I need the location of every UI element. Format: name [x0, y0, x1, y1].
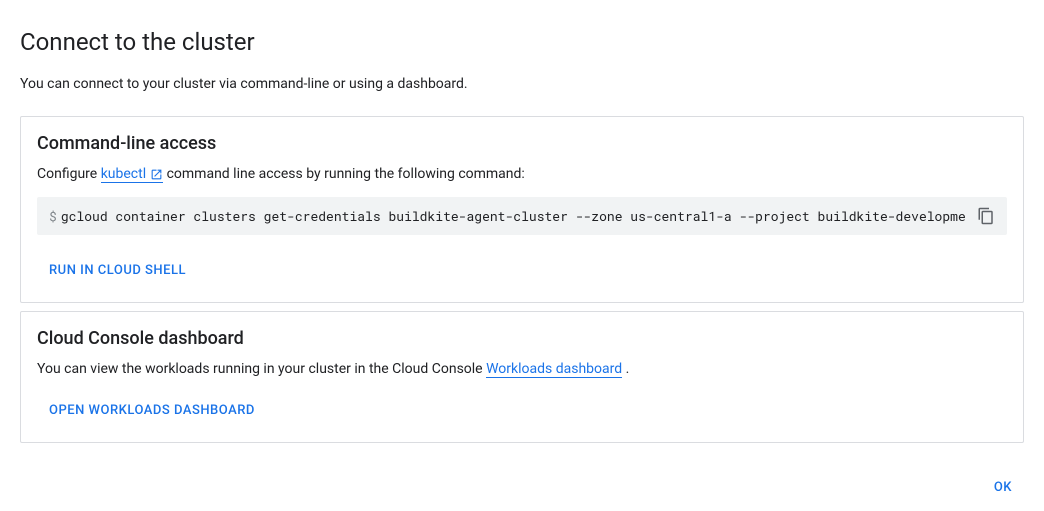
code-block: $ gcloud container clusters get-credenti… — [37, 197, 1007, 235]
intro-text: You can connect to your cluster via comm… — [20, 76, 1024, 92]
dashboard-desc-post: . — [622, 361, 629, 377]
ok-button[interactable]: OK — [982, 472, 1024, 503]
cli-desc-post: command line access by running the follo… — [163, 166, 525, 182]
dashboard-desc-pre: You can view the workloads running in yo… — [37, 361, 486, 377]
external-link-icon — [150, 168, 163, 181]
code-left: $ gcloud container clusters get-credenti… — [49, 207, 965, 225]
dashboard-card: Cloud Console dashboard You can view the… — [20, 311, 1024, 443]
cli-desc-pre: Configure — [37, 166, 101, 182]
open-workloads-button[interactable]: Open Workloads Dashboard — [45, 395, 259, 426]
kubectl-link-text: kubectl — [101, 166, 146, 182]
cli-card-desc: Configure kubectl command line access by… — [37, 166, 1007, 183]
dashboard-card-title: Cloud Console dashboard — [37, 328, 1007, 349]
page-title: Connect to the cluster — [20, 28, 1024, 56]
code-prompt: $ — [49, 207, 57, 225]
dashboard-card-desc: You can view the workloads running in yo… — [37, 361, 1007, 377]
cli-card-title: Command-line access — [37, 133, 1007, 154]
copy-icon[interactable] — [977, 207, 995, 225]
kubectl-link[interactable]: kubectl — [101, 166, 163, 183]
workloads-dashboard-link[interactable]: Workloads dashboard — [486, 361, 622, 378]
footer-actions: OK — [982, 472, 1024, 503]
code-content: gcloud container clusters get-credential… — [61, 207, 965, 225]
run-cloud-shell-button[interactable]: Run in Cloud Shell — [45, 255, 190, 286]
cli-access-card: Command-line access Configure kubectl co… — [20, 116, 1024, 303]
